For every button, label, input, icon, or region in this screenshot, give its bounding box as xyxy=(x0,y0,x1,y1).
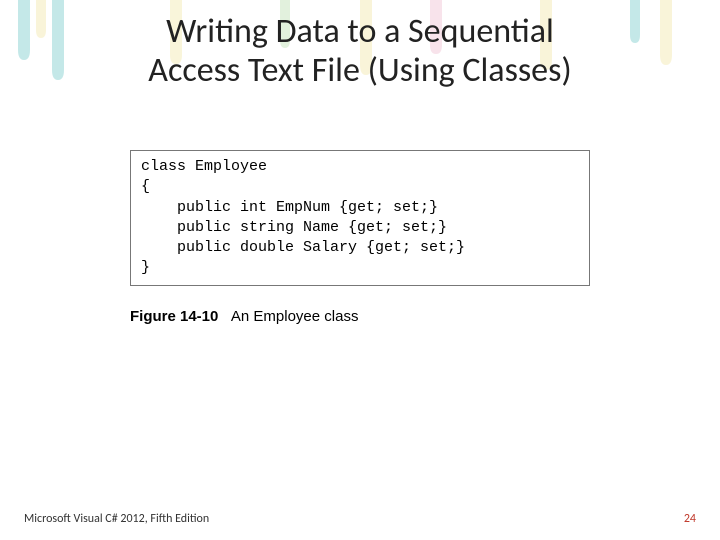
slide-title: Writing Data to a Sequential Access Text… xyxy=(0,0,720,90)
title-line-1: Writing Data to a Sequential xyxy=(166,11,554,52)
footer-page-number: 24 xyxy=(684,512,696,526)
figure-caption: Figure 14-10 An Employee class xyxy=(130,308,590,325)
slide: Writing Data to a Sequential Access Text… xyxy=(0,0,720,540)
code-listing: class Employee { public int EmpNum {get;… xyxy=(141,157,579,279)
figure-caption-text: An Employee class xyxy=(231,308,359,325)
footer-book-title: Microsoft Visual C# 2012, Fifth Edition xyxy=(24,512,209,526)
title-line-2: Access Text File (Using Classes) xyxy=(148,50,571,91)
slide-footer: Microsoft Visual C# 2012, Fifth Edition … xyxy=(24,512,696,526)
figure-label: Figure 14-10 xyxy=(130,308,218,325)
code-area: class Employee { public int EmpNum {get;… xyxy=(130,150,590,325)
code-box: class Employee { public int EmpNum {get;… xyxy=(130,150,590,286)
